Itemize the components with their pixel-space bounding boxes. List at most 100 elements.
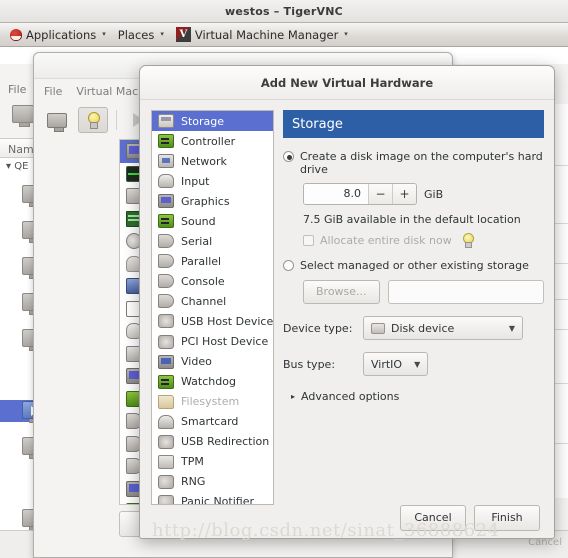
redhat-logo-icon xyxy=(10,28,22,41)
serial-icon xyxy=(158,234,174,249)
chevron-down-icon: ▾ xyxy=(160,30,164,38)
disk-size-decrement-button[interactable]: − xyxy=(368,184,392,204)
category-item-sound[interactable]: Sound xyxy=(152,211,273,231)
disk-size-spinner[interactable]: 8.0 − + xyxy=(303,183,417,205)
category-item-filesystem: Filesystem xyxy=(152,392,273,412)
bus-type-select[interactable]: VirtIO ▼ xyxy=(363,352,429,376)
places-menu-label: Places xyxy=(117,27,155,42)
dialog-titlebar: Add New Virtual Hardware xyxy=(140,66,554,100)
hint-lightbulb-icon[interactable] xyxy=(462,233,474,248)
category-item-video[interactable]: Video xyxy=(152,352,273,372)
pane-header: Storage xyxy=(283,110,544,138)
places-menu[interactable]: Places ▾ xyxy=(114,25,172,45)
category-item-label: Smartcard xyxy=(181,415,239,429)
vmm-main-menu-file[interactable]: File xyxy=(8,83,26,96)
create-disk-radio[interactable] xyxy=(283,151,294,162)
advanced-options-expander[interactable]: ▸ Advanced options xyxy=(291,390,544,403)
category-item-serial[interactable]: Serial xyxy=(152,231,273,251)
storage-icon xyxy=(158,114,174,129)
rng-icon xyxy=(158,474,174,489)
vmm-tree-group-label: QE xyxy=(14,161,29,172)
select-managed-radio-row[interactable]: Select managed or other existing storage xyxy=(283,259,544,272)
select-managed-radio[interactable] xyxy=(283,260,294,271)
sound-icon xyxy=(158,214,174,229)
vmm-app-icon: V xyxy=(175,27,191,42)
category-item-channel[interactable]: Channel xyxy=(152,291,273,311)
vm-details-menu-file[interactable]: File xyxy=(44,85,62,98)
finish-button[interactable]: Finish xyxy=(474,505,540,531)
folder-icon xyxy=(158,394,174,409)
disk-size-increment-button[interactable]: + xyxy=(392,184,416,204)
disk-size-input[interactable]: 8.0 xyxy=(304,184,368,204)
pane-header-label: Storage xyxy=(292,116,343,132)
bus-type-row: Bus type: VirtIO ▼ xyxy=(283,352,544,376)
available-space-hint: 7.5 GiB available in the default locatio… xyxy=(303,213,521,226)
parallel-icon xyxy=(158,254,174,269)
category-item-console[interactable]: Console xyxy=(152,271,273,291)
applications-menu-label: Applications xyxy=(26,27,97,42)
window-menu-label: Virtual Machine Manager xyxy=(194,27,339,42)
category-item-usb-redirection[interactable]: USB Redirection xyxy=(152,432,273,452)
category-item-input[interactable]: Input xyxy=(152,171,273,191)
bus-type-value: VirtIO xyxy=(371,357,403,371)
category-item-label: USB Redirection xyxy=(181,435,270,449)
disk-icon xyxy=(371,322,385,334)
allocate-disk-checkbox[interactable] xyxy=(303,234,314,246)
screen: westos – TigerVNC Applications ▾ Places … xyxy=(0,0,568,558)
usb-redirect-icon xyxy=(158,434,174,449)
select-managed-radio-label: Select managed or other existing storage xyxy=(300,259,529,272)
category-item-storage[interactable]: Storage xyxy=(152,111,273,132)
dialog-title: Add New Virtual Hardware xyxy=(260,75,434,90)
input-icon xyxy=(158,174,174,189)
lightbulb-icon xyxy=(86,111,100,129)
advanced-options-label: Advanced options xyxy=(301,390,400,403)
add-hardware-dialog: Add New Virtual Hardware Storage Controll… xyxy=(139,65,555,539)
vmm-tree-group[interactable]: ▾ QE xyxy=(6,161,28,172)
channel-icon xyxy=(158,294,174,309)
disk-size-unit-label: GiB xyxy=(424,187,444,201)
category-item-usb-host-device[interactable]: USB Host Device xyxy=(152,311,273,331)
category-item-rng[interactable]: RNG xyxy=(152,472,273,492)
storage-path-input[interactable] xyxy=(387,280,544,304)
category-item-label: Graphics xyxy=(181,194,230,208)
usb-icon xyxy=(158,314,174,329)
show-console-button[interactable] xyxy=(42,107,72,133)
category-item-controller[interactable]: Controller xyxy=(152,131,273,151)
window-menu-virtual-machine-manager[interactable]: V Virtual Machine Manager ▾ xyxy=(172,25,356,45)
vnc-titlebar: westos – TigerVNC xyxy=(0,0,568,23)
category-item-graphics[interactable]: Graphics xyxy=(152,191,273,211)
toolbar-separator xyxy=(116,110,117,130)
category-item-smartcard[interactable]: Smartcard xyxy=(152,412,273,432)
category-item-network[interactable]: Network xyxy=(152,151,273,171)
graphics-icon xyxy=(158,194,174,209)
category-item-label: Filesystem xyxy=(181,395,240,409)
category-item-pci-host-device[interactable]: PCI Host Device xyxy=(152,332,273,352)
cancel-button[interactable]: Cancel xyxy=(400,505,466,531)
category-item-label: Serial xyxy=(181,234,213,248)
applications-menu[interactable]: Applications ▾ xyxy=(6,25,114,45)
gnome-panel: Applications ▾ Places ▾ V Virtual Machin… xyxy=(0,23,568,47)
allocate-disk-row[interactable]: Allocate entire disk now xyxy=(303,233,544,248)
bus-type-label: Bus type: xyxy=(283,357,336,371)
create-disk-radio-row[interactable]: Create a disk image on the computer's ha… xyxy=(283,150,544,176)
hardware-category-list[interactable]: Storage Controller Network Input Graphics Sou… xyxy=(151,110,274,505)
category-item-label: Parallel xyxy=(181,254,222,268)
chevron-down-icon: ▼ xyxy=(508,323,515,333)
disk-size-row: 8.0 − + GiB xyxy=(303,183,544,205)
network-icon xyxy=(158,154,174,169)
category-item-label: PCI Host Device xyxy=(181,335,269,349)
category-item-label: Controller xyxy=(181,134,236,148)
category-item-watchdog[interactable]: Watchdog xyxy=(152,372,273,392)
show-details-button[interactable] xyxy=(78,107,108,133)
device-type-select[interactable]: Disk device ▼ xyxy=(363,316,523,340)
category-item-parallel[interactable]: Parallel xyxy=(152,251,273,271)
category-item-label: Channel xyxy=(181,294,227,308)
console-icon xyxy=(158,274,174,289)
category-item-label: Input xyxy=(181,174,210,188)
chevron-down-icon: ▾ xyxy=(344,30,348,38)
browse-button[interactable]: Browse... xyxy=(303,280,380,304)
category-item-tpm[interactable]: TPM xyxy=(152,452,273,472)
device-type-label: Device type: xyxy=(283,321,353,335)
tpm-icon xyxy=(158,454,174,469)
chevron-down-icon: ▾ xyxy=(102,30,106,38)
